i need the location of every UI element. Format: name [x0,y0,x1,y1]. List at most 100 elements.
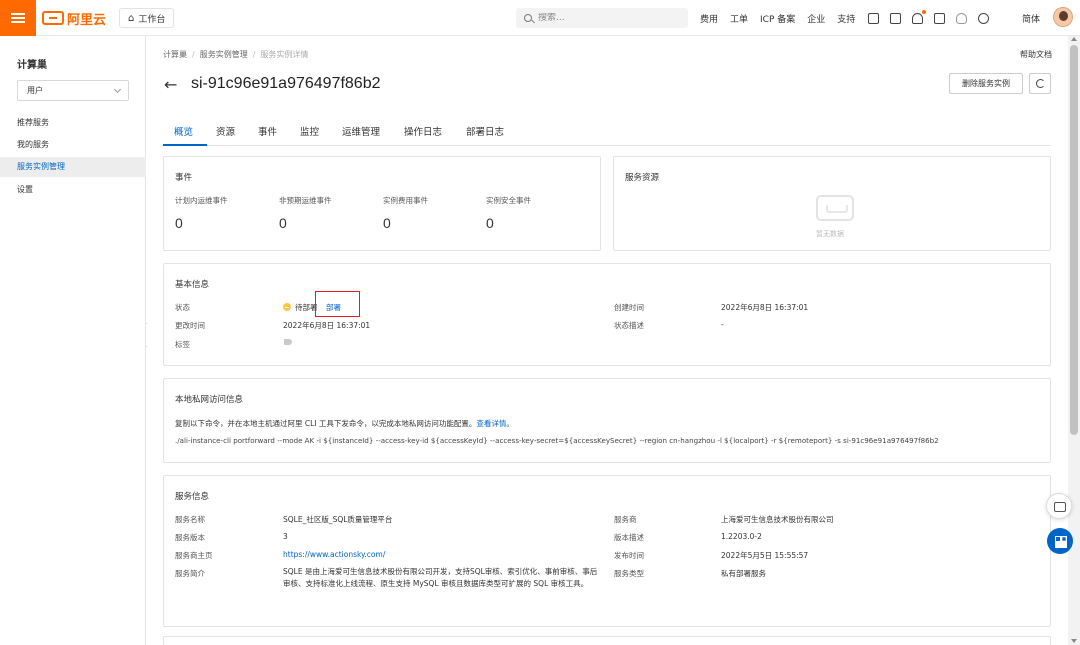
events-title: 事件 [175,173,193,183]
event-label: 实例费用事件 [383,196,428,205]
status-desc-value: - [721,320,724,329]
tag-icon[interactable] [284,339,292,345]
service-name-label: 服务名称 [175,515,205,524]
help-icon[interactable] [978,12,989,24]
tab-events[interactable]: 事件 [258,124,277,138]
version-desc-value: 1.2203.0-2 [721,532,762,541]
private-access-title: 本地私网访问信息 [175,395,244,405]
delete-instance-button[interactable]: 删除服务实例 [949,73,1023,94]
top-nav: 费用 工单 ICP 备案 企业 支持 [700,0,867,36]
sidebar-title: 计算巢 [17,60,47,71]
breadcrumb-item[interactable]: 计算巢 [163,50,187,59]
empty-box-icon [816,195,854,221]
scroll-down-arrow-icon[interactable] [1071,639,1077,643]
basic-info-title: 基本信息 [175,280,210,290]
terminal-icon[interactable] [890,12,901,24]
resources-title: 服务资源 [625,173,660,183]
scrollbar[interactable] [1068,36,1080,645]
updated-value: 2022年6月8日 16:37:01 [283,321,371,330]
breadcrumb-item[interactable]: 服务实例管理 [200,50,248,59]
top-icons [868,0,1000,36]
status-desc-label: 状态描述 [614,321,644,330]
cli-command[interactable]: ./ali-instance-cli portforward --mode AK… [175,436,939,445]
sidebar-item-my-services[interactable]: 我的服务 [0,135,146,155]
tab-resources[interactable]: 资源 [216,124,235,138]
service-type-label: 服务类型 [614,569,644,578]
next-card [163,636,1051,645]
service-version-label: 服务版本 [175,533,205,542]
aliyun-logo[interactable]: 阿里云 [42,9,106,28]
refresh-button[interactable] [1029,73,1051,94]
instruction-text: 复制以下命令，并在本地主机通过阿里 CLI 工具下发命令，以完成本地私网访问功能… [175,419,477,428]
chevron-down-icon [113,85,122,94]
provider-label: 服务商 [614,515,637,524]
homepage-label: 服务商主页 [175,551,213,560]
active-tab-indicator [163,144,207,146]
release-value: 2022年5月5日 15:55:57 [721,551,809,560]
updated-label: 更改时间 [175,321,205,330]
event-count[interactable]: 0 [486,215,494,231]
apps-grid-icon[interactable] [1047,528,1073,554]
nav-support[interactable]: 支持 [837,12,855,25]
workbench-label: 工作台 [138,14,166,25]
service-info-card: 服务信息 服务名称 SQLE_社区版_SQL质量管理平台 服务版本 3 服务商主… [163,475,1051,627]
tab-monitoring[interactable]: 监控 [300,124,319,138]
cart-icon[interactable] [934,12,945,24]
scroll-up-arrow-icon[interactable] [1071,37,1077,41]
breadcrumb-current: 服务实例详情 [260,50,309,59]
nav-enterprise[interactable]: 企业 [807,12,825,25]
version-desc-label: 版本描述 [614,533,644,542]
nav-tickets[interactable]: 工单 [730,12,748,25]
top-bar: 阿里云 ⌂工作台 费用 工单 ICP 备案 企业 支持 简体 [0,0,1080,36]
sidebar-item-recommended[interactable]: 推荐服务 [0,113,146,133]
tab-operations[interactable]: 运维管理 [342,124,380,138]
homepage-link[interactable]: https://www.actionsky.com/ [283,550,385,559]
help-doc-link[interactable]: 帮助文档 [1020,49,1052,60]
sidebar-item-instance-management[interactable]: 服务实例管理 [0,157,146,177]
sidebar-item-settings[interactable]: 设置 [0,180,146,200]
role-select-value: 用户 [27,86,43,95]
event-label: 实例安全事件 [486,196,531,205]
event-count[interactable]: 0 [279,215,287,231]
events-card: 事件 计划内运维事件 0 非预期运维事件 0 实例费用事件 0 实例安全事件 0 [163,156,601,251]
back-arrow-icon[interactable]: ← [164,75,177,94]
created-value: 2022年6月8日 16:37:01 [721,303,809,312]
tab-deploy-logs[interactable]: 部署日志 [466,124,504,138]
event-count[interactable]: 0 [175,215,183,231]
role-select[interactable]: 用户 [17,80,129,101]
service-version-value: 3 [283,532,288,541]
menu-button[interactable] [0,0,36,36]
search-input[interactable] [538,13,668,23]
breadcrumb: 计算巢 / 服务实例管理 / 服务实例详情 [163,50,309,59]
service-resources-card: 服务资源 暂无数据 [613,156,1051,251]
nav-icp[interactable]: ICP 备案 [760,12,795,25]
basic-info-card: 基本信息 状态 待部署 部署 更改时间 2022年6月8日 16:37:01 标… [163,263,1051,366]
private-access-card: 本地私网访问信息 复制以下命令，并在本地主机通过阿里 CLI 工具下发命令，以完… [163,378,1051,463]
release-label: 发布时间 [614,551,644,560]
bulb-icon[interactable] [956,12,967,24]
event-count[interactable]: 0 [383,215,391,231]
private-access-instruction: 复制以下命令，并在本地主机通过阿里 CLI 工具下发命令，以完成本地私网访问功能… [175,418,514,429]
tab-operation-logs[interactable]: 操作日志 [404,124,442,138]
language-switch[interactable]: 简体 [1022,12,1040,25]
view-details-link[interactable]: 查看详情。 [476,419,514,428]
page-title: si-91c96e91a976497f86b2 [191,75,381,92]
service-name-value: SQLE_社区版_SQL质量管理平台 [283,515,393,524]
cloud-shell-icon[interactable] [868,12,879,24]
tab-bar: 概览 资源 事件 监控 运维管理 操作日志 部署日志 [163,118,1051,146]
pending-status-icon [283,303,291,311]
search-icon [524,14,532,22]
aliyun-logo-icon [42,11,64,25]
avatar[interactable] [1053,7,1073,27]
bell-icon[interactable] [912,9,926,24]
workbench-button[interactable]: ⌂ 工作台 [119,8,175,28]
service-type-value: 私有部署服务 [721,569,766,578]
nav-fees[interactable]: 费用 [700,12,718,25]
service-intro-label: 服务简介 [175,569,205,578]
search-box[interactable] [516,8,688,28]
tab-overview[interactable]: 概览 [174,124,193,138]
service-info-title: 服务信息 [175,492,210,502]
chat-icon[interactable] [1046,493,1072,519]
scroll-thumb[interactable] [1070,45,1078,435]
home-icon: ⌂ [128,12,135,24]
